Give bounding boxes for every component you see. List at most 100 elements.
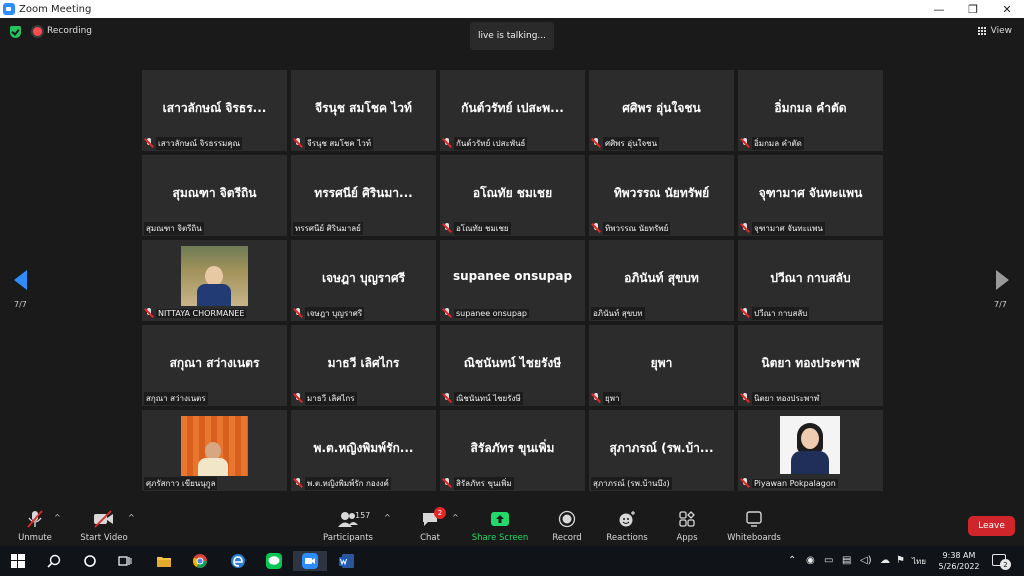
task-view-icon[interactable] xyxy=(115,551,135,571)
participant-tile[interactable]: ณิชนันทน์ ไชยรังษี ณิชนันทน์ ไชยรังษี xyxy=(440,325,585,406)
participant-caption: ปวีณา กาบสลับ xyxy=(740,306,810,320)
participant-tile[interactable]: supanee onsupap supanee onsupap xyxy=(440,240,585,321)
battery-icon[interactable]: ▤ xyxy=(842,555,851,566)
record-label: Record xyxy=(552,533,582,543)
participants-button[interactable]: 157 Participants xyxy=(313,510,383,543)
participant-tile[interactable]: เสาวลักษณ์ จิรธร... เสาวลักษณ์ จิรธรรมคุณ xyxy=(142,70,287,151)
chat-badge: 2 xyxy=(434,507,446,519)
chrome-icon[interactable] xyxy=(190,551,210,571)
unmute-label: Unmute xyxy=(18,533,52,543)
participant-caption: ทิพวรรณ นัยทรัพย์ xyxy=(591,221,671,235)
arrow-right-icon xyxy=(996,270,1009,290)
view-button[interactable]: View xyxy=(977,26,1012,36)
participant-caption: กันต์วรัทย์ เปสะพันธ์ xyxy=(442,136,528,150)
input-language-indicator[interactable]: ไทย xyxy=(912,555,926,568)
participant-caption: NITTAYA CHORMANEE xyxy=(144,307,247,319)
participant-tile[interactable]: ปวีณา กาบสลับ ปวีณา กาบสลับ xyxy=(738,240,883,321)
share-screen-button[interactable]: Share Screen xyxy=(465,510,535,543)
participant-tile[interactable]: มาธวี เลิศไกร มาธวี เลิศไกร xyxy=(291,325,436,406)
participant-tile[interactable]: อโณทัย ชมเชย อโณทัย ชมเชย xyxy=(440,155,585,236)
participant-tile[interactable]: สิรัลภัทร ขุนเพิ่ม สิรัลภัทร ขุนเพิ่ม xyxy=(440,410,585,491)
notification-count-badge: 2 xyxy=(1000,559,1011,570)
search-icon[interactable] xyxy=(44,551,64,571)
taskbar-clock[interactable]: 9:38 AM 5/26/2022 xyxy=(934,550,984,572)
participant-tile[interactable]: ศศิพร อุ่นใจชน ศศิพร อุ่นใจชน xyxy=(589,70,734,151)
clock-time: 9:38 AM xyxy=(942,551,976,560)
participant-display-name: อิ่มกมล คำตัด xyxy=(774,101,847,115)
participant-tile[interactable]: สุภาภรณ์ (รพ.บ้า... สุภาภรณ์ (รพ.บ้านบึง) xyxy=(589,410,734,491)
mic-muted-icon xyxy=(591,138,601,148)
participant-display-name: สกุณา สว่างเนตร xyxy=(169,356,260,370)
participant-caption: สิรัลภัทร ขุนเพิ่ม xyxy=(442,476,514,490)
participants-options-caret[interactable]: ^ xyxy=(384,513,391,522)
participant-tile[interactable]: ทรรศนีย์ ศิรินมา... ทรรศนีย์ ศิรินมาลย์ xyxy=(291,155,436,236)
participant-tile[interactable]: ศุภรัสกาว เขียนนุกูล xyxy=(142,410,287,491)
participant-display-name: อภินันท์ สุขบท xyxy=(624,271,699,285)
close-button[interactable]: ✕ xyxy=(990,0,1024,18)
participant-tile[interactable]: พ.ต.หญิงพิมพ์รัก... พ.ต.หญิงพิมพ์รัก กองง… xyxy=(291,410,436,491)
participant-tile[interactable]: Piyawan Pokpalagon xyxy=(738,410,883,491)
participant-tile[interactable]: กันต์วรัทย์ เปสะพ... กันต์วรัทย์ เปสะพันธ… xyxy=(440,70,585,151)
share-screen-label: Share Screen xyxy=(471,533,529,543)
line-app-icon[interactable] xyxy=(264,551,284,571)
participant-tile[interactable]: ยุพา ยุพา xyxy=(589,325,734,406)
participant-display-name: เสาวลักษณ์ จิรธร... xyxy=(162,101,267,115)
participant-name-label: กันต์วรัทย์ เปสะพันธ์ xyxy=(454,136,528,150)
share-screen-icon xyxy=(490,510,510,528)
participant-tile[interactable]: สุมณฑา จิตรีถิน สุมณฑา จิตรีถิน xyxy=(142,155,287,236)
participant-caption: Piyawan Pokpalagon xyxy=(740,477,838,489)
security-shield-icon[interactable] xyxy=(10,26,21,38)
file-explorer-icon[interactable] xyxy=(154,551,174,571)
recording-indicator[interactable]: Recording xyxy=(33,26,92,36)
video-options-caret[interactable]: ^ xyxy=(128,513,135,522)
participant-tile[interactable]: จุฑามาศ จันทะแพน จุฑามาศ จันทะแพน xyxy=(738,155,883,236)
meet-now-icon[interactable]: ◉ xyxy=(806,555,815,566)
participant-caption: จีรนุช สมโชค ไวท์ xyxy=(293,136,373,150)
chat-options-caret[interactable]: ^ xyxy=(452,513,459,522)
action-icon[interactable]: ⚑ xyxy=(896,555,905,566)
previous-page-button[interactable] xyxy=(14,270,28,290)
whiteboards-label: Whiteboards xyxy=(727,533,781,543)
participant-name-label: ปวีณา กาบสลับ xyxy=(752,306,810,320)
apps-button[interactable]: Apps xyxy=(652,510,722,543)
participant-caption: ยุพา xyxy=(591,391,622,405)
participant-caption: ศศิพร อุ่นใจชน xyxy=(591,136,660,150)
participant-tile[interactable]: NITTAYA CHORMANEE xyxy=(142,240,287,321)
grid-view-icon xyxy=(977,26,987,36)
participant-caption: นิตยา ทองประพาฬ xyxy=(740,391,822,405)
word-icon[interactable] xyxy=(337,551,357,571)
participant-tile[interactable]: นิตยา ทองประพาฬ นิตยา ทองประพาฬ xyxy=(738,325,883,406)
participant-name-label: ยุพา xyxy=(603,391,622,405)
leave-button[interactable]: Leave xyxy=(968,516,1015,536)
minimize-button[interactable]: — xyxy=(922,0,956,18)
participant-name-label: supanee onsupap xyxy=(454,308,529,318)
participant-caption: พ.ต.หญิงพิมพ์รัก กองงค์ xyxy=(293,476,391,490)
title-bar: Zoom Meeting — ❐ ✕ xyxy=(0,0,1024,18)
whiteboards-button[interactable]: Whiteboards xyxy=(719,510,789,543)
windows-start-icon[interactable] xyxy=(8,551,28,571)
maximize-button[interactable]: ❐ xyxy=(956,0,990,18)
participant-name-label: ศุภรัสกาว เขียนนุกูล xyxy=(144,476,218,490)
participant-caption: เจษฎา บุญราศรี xyxy=(293,306,365,320)
volume-icon[interactable]: ◁) xyxy=(860,555,872,566)
participant-tile[interactable]: สกุณา สว่างเนตร สกุณา สว่างเนตร xyxy=(142,325,287,406)
participant-tile[interactable]: อภินันท์ สุขบท อภินันท์ สุขบท xyxy=(589,240,734,321)
participant-caption: ศุภรัสกาว เขียนนุกูล xyxy=(144,476,218,490)
cortana-icon[interactable] xyxy=(80,551,100,571)
participant-tile[interactable]: จีรนุช สมโชค ไวท์ จีรนุช สมโชค ไวท์ xyxy=(291,70,436,151)
edge-icon[interactable] xyxy=(228,551,248,571)
show-hidden-icons-chevron-up-icon[interactable]: ⌃ xyxy=(788,555,796,566)
next-page-button[interactable] xyxy=(996,270,1010,290)
network-icon[interactable]: ▭ xyxy=(824,555,833,566)
participant-display-name: กันต์วรัทย์ เปสะพ... xyxy=(461,101,564,115)
zoom-taskbar-icon[interactable] xyxy=(293,551,327,571)
mic-muted-icon xyxy=(591,393,601,403)
participant-tile[interactable]: เจษฎา บุญราศรี เจษฎา บุญราศรี xyxy=(291,240,436,321)
onedrive-icon[interactable]: ☁ xyxy=(880,555,890,566)
participant-display-name: ทิพวรรณ นัยทรัพย์ xyxy=(613,186,710,200)
participant-tile[interactable]: อิ่มกมล คำตัด อิ่มกมล คำตัด xyxy=(738,70,883,151)
audio-options-caret[interactable]: ^ xyxy=(54,513,61,522)
participant-name-label: สุภาภรณ์ (รพ.บ้านบึง) xyxy=(591,476,672,490)
mic-muted-icon xyxy=(740,478,750,488)
participant-tile[interactable]: ทิพวรรณ นัยทรัพย์ ทิพวรรณ นัยทรัพย์ xyxy=(589,155,734,236)
